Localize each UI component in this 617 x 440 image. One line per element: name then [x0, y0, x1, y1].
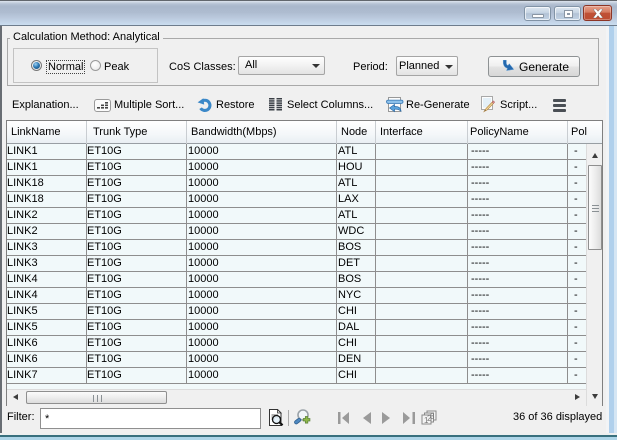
svg-text:3: 3	[430, 412, 435, 421]
